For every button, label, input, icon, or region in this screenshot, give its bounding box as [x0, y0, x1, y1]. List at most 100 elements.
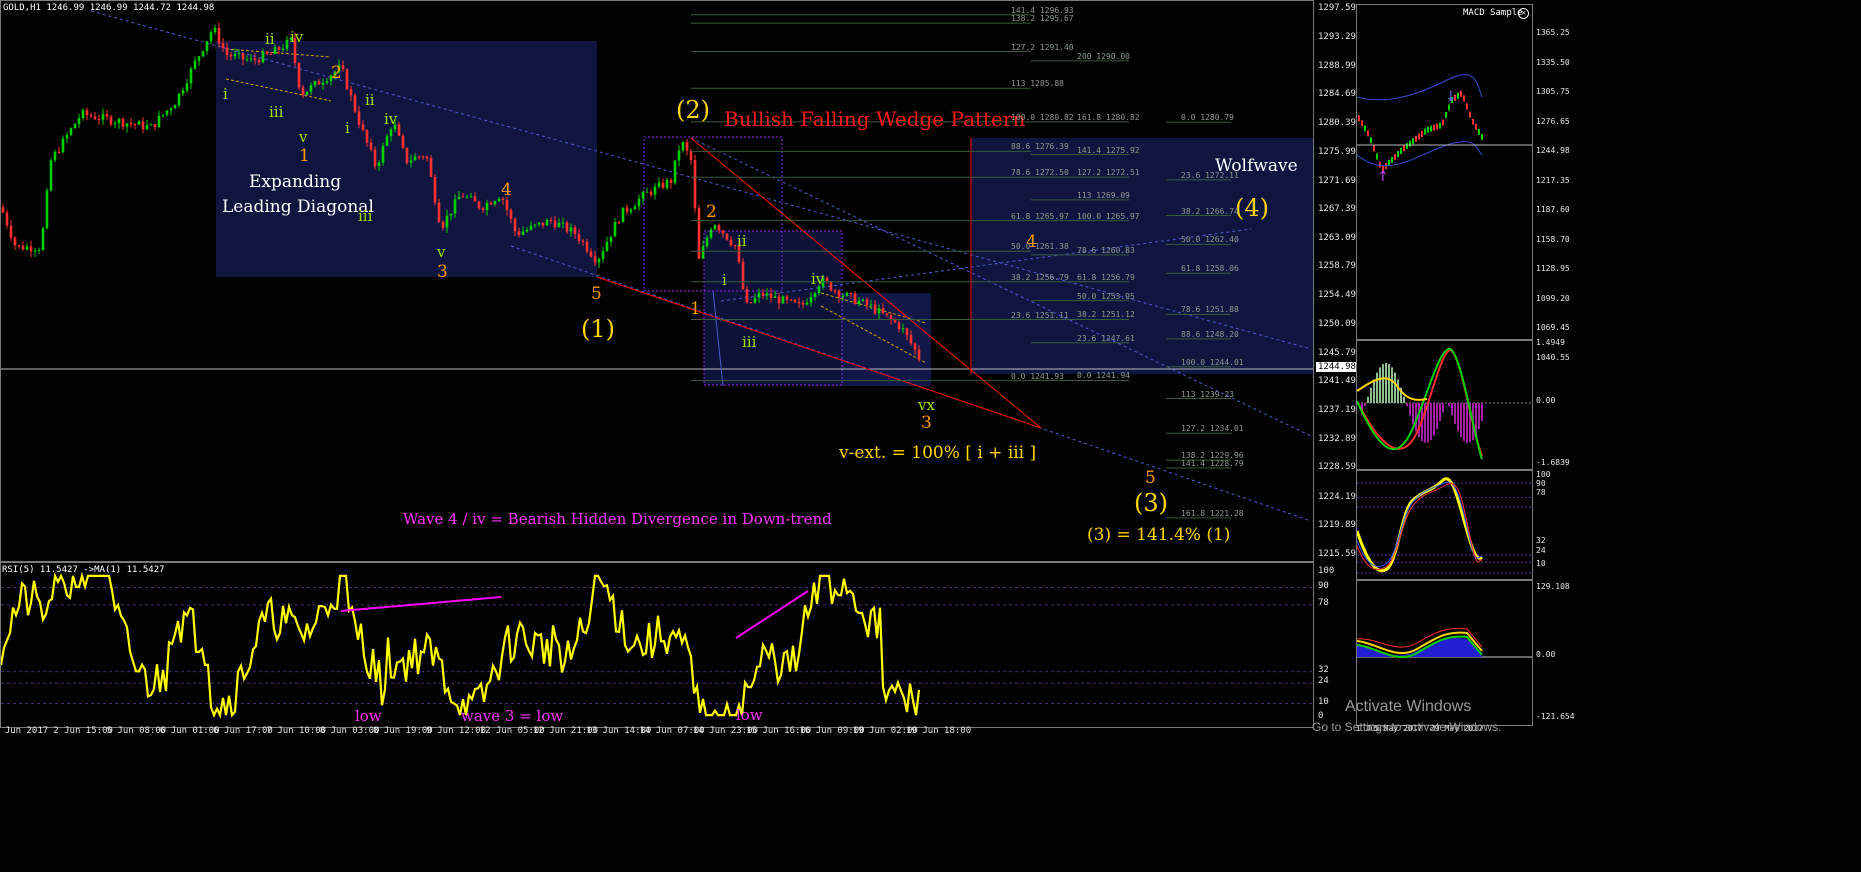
leading-diagonal-label: Leading Diagonal — [222, 197, 374, 217]
wave-num-1: 1 — [299, 146, 310, 166]
candle-body — [857, 300, 861, 304]
macd-bar — [1460, 403, 1462, 438]
macd-scale-label: -1.6839 — [1536, 458, 1570, 467]
candle-body — [489, 202, 493, 205]
candle-body — [245, 59, 249, 61]
candle-body — [677, 150, 681, 161]
price-scale[interactable]: 1297.59 1293.29 1288.99 1284.69 1280.39 1275.… — [1314, 0, 1356, 562]
candle-body — [689, 150, 693, 161]
time-axis-label: 9 Jun 12:00 — [426, 726, 486, 736]
candle-body — [37, 249, 41, 251]
wave-1-label: (1) — [581, 315, 615, 343]
target-label: (3) = 141.4% (1) — [1087, 525, 1231, 545]
candle-body — [373, 149, 377, 167]
divergence-label: Wave 4 / iv = Bearish Hidden Divergence … — [403, 510, 832, 528]
rsi-pane[interactable]: RSI(5) 11.5427 ->MA(1) 11.5427 low wave … — [0, 562, 1314, 728]
side-candle — [1448, 104, 1450, 111]
macd-chart[interactable] — [1357, 341, 1533, 470]
candle-body — [5, 212, 9, 226]
fib-mid-label: 23.6 1247.61 — [1077, 333, 1135, 343]
candle-body — [729, 239, 733, 246]
fib-mid-label: 61.8 1256.79 — [1077, 272, 1135, 282]
rsi-scale-label: 10 — [1318, 696, 1329, 707]
candle-body — [413, 156, 417, 161]
rsi-chart[interactable] — [1, 563, 1314, 728]
fib-right-label: 38.2 1266.74 — [1181, 206, 1239, 216]
macd-scale-label: 1.4949 — [1536, 338, 1565, 347]
stoch-scale-label: 100 — [1536, 470, 1551, 479]
macd-bar — [1409, 403, 1411, 416]
candle-body — [153, 124, 157, 128]
side-candle — [1379, 161, 1381, 168]
rsi-line — [1, 571, 921, 719]
side-candle — [1409, 140, 1411, 147]
candle-body — [61, 138, 65, 153]
candle-body — [673, 160, 677, 183]
candle-body — [709, 229, 713, 238]
candle-body — [481, 208, 485, 210]
price-scale-label: 1232.89 — [1318, 433, 1356, 444]
side-stoch-pane[interactable] — [1356, 470, 1533, 580]
side-candle — [1439, 122, 1441, 129]
price-scale-label: 1219.89 — [1318, 520, 1356, 531]
rsi-scale-label: 24 — [1318, 676, 1329, 687]
side-price-pane[interactable]: ↓ ↑ MACD Sample × — [1356, 4, 1533, 340]
candle-body — [569, 227, 573, 232]
candle-body — [725, 233, 729, 240]
candle-body — [721, 230, 725, 234]
macd-bar — [1364, 403, 1366, 407]
candle-body — [53, 151, 57, 161]
price-scale-label: 1293.29 — [1318, 31, 1356, 42]
candle-body — [685, 142, 689, 151]
candle-body — [325, 81, 329, 83]
candle-body — [161, 114, 165, 116]
fib-left-label: 113 1285.88 — [1011, 79, 1064, 89]
candle-body — [121, 119, 125, 127]
wave-label-i-b: i — [345, 119, 350, 137]
candle-body — [809, 297, 813, 303]
candle-body — [165, 110, 169, 115]
side-candle — [1364, 125, 1366, 132]
main-chart-pane[interactable]: GOLD,H1 1246.99 1246.99 1244.72 1244.98 … — [0, 0, 1314, 562]
side-price-label: 1187.60 — [1536, 205, 1570, 214]
time-axis-label: 8 Jun 03:00 — [319, 726, 380, 736]
side-price-chart[interactable]: ↓↑ — [1357, 5, 1533, 340]
stoch-blue — [1357, 481, 1483, 567]
candle-body — [533, 224, 537, 226]
candle-body — [493, 201, 497, 205]
rsi-scale-label: 90 — [1318, 580, 1329, 591]
rsi-low-label-2: low — [736, 706, 763, 724]
candle-body — [233, 53, 237, 57]
candle-body — [873, 304, 877, 314]
side-price-label: 1305.75 — [1536, 87, 1570, 96]
candle-body — [273, 47, 277, 54]
candle-body — [745, 288, 749, 303]
macd-bar — [1433, 403, 1435, 436]
candle-body — [885, 313, 889, 316]
candle-body — [341, 65, 345, 70]
candle-body — [197, 56, 201, 61]
price-scale-label: 1267.39 — [1318, 204, 1356, 215]
candle-body — [849, 292, 853, 294]
candle-body — [681, 142, 685, 151]
candle-body — [149, 124, 153, 126]
macd-bar — [1430, 403, 1432, 440]
candle-body — [525, 229, 529, 232]
stochastic-chart[interactable] — [1357, 471, 1533, 580]
candle-body — [257, 60, 261, 63]
wave-num-2: 2 — [331, 63, 342, 83]
candle-body — [361, 124, 365, 130]
side-candle — [1442, 119, 1444, 126]
candle-body — [301, 87, 305, 96]
candle-body — [285, 39, 289, 49]
side-price-label: 1365.25 — [1536, 28, 1570, 37]
candle-body — [769, 293, 773, 298]
fib-right-label: 100.0 1244.01 — [1181, 357, 1244, 367]
side-macd-pane[interactable] — [1356, 340, 1533, 470]
bottom-scale-label: -121.654 — [1536, 712, 1575, 721]
side-candles — [1358, 90, 1483, 172]
candle-body — [465, 196, 469, 198]
wave-label-i-c: i — [722, 271, 727, 289]
candle-body — [913, 343, 917, 350]
close-icon[interactable]: × — [1518, 8, 1529, 19]
